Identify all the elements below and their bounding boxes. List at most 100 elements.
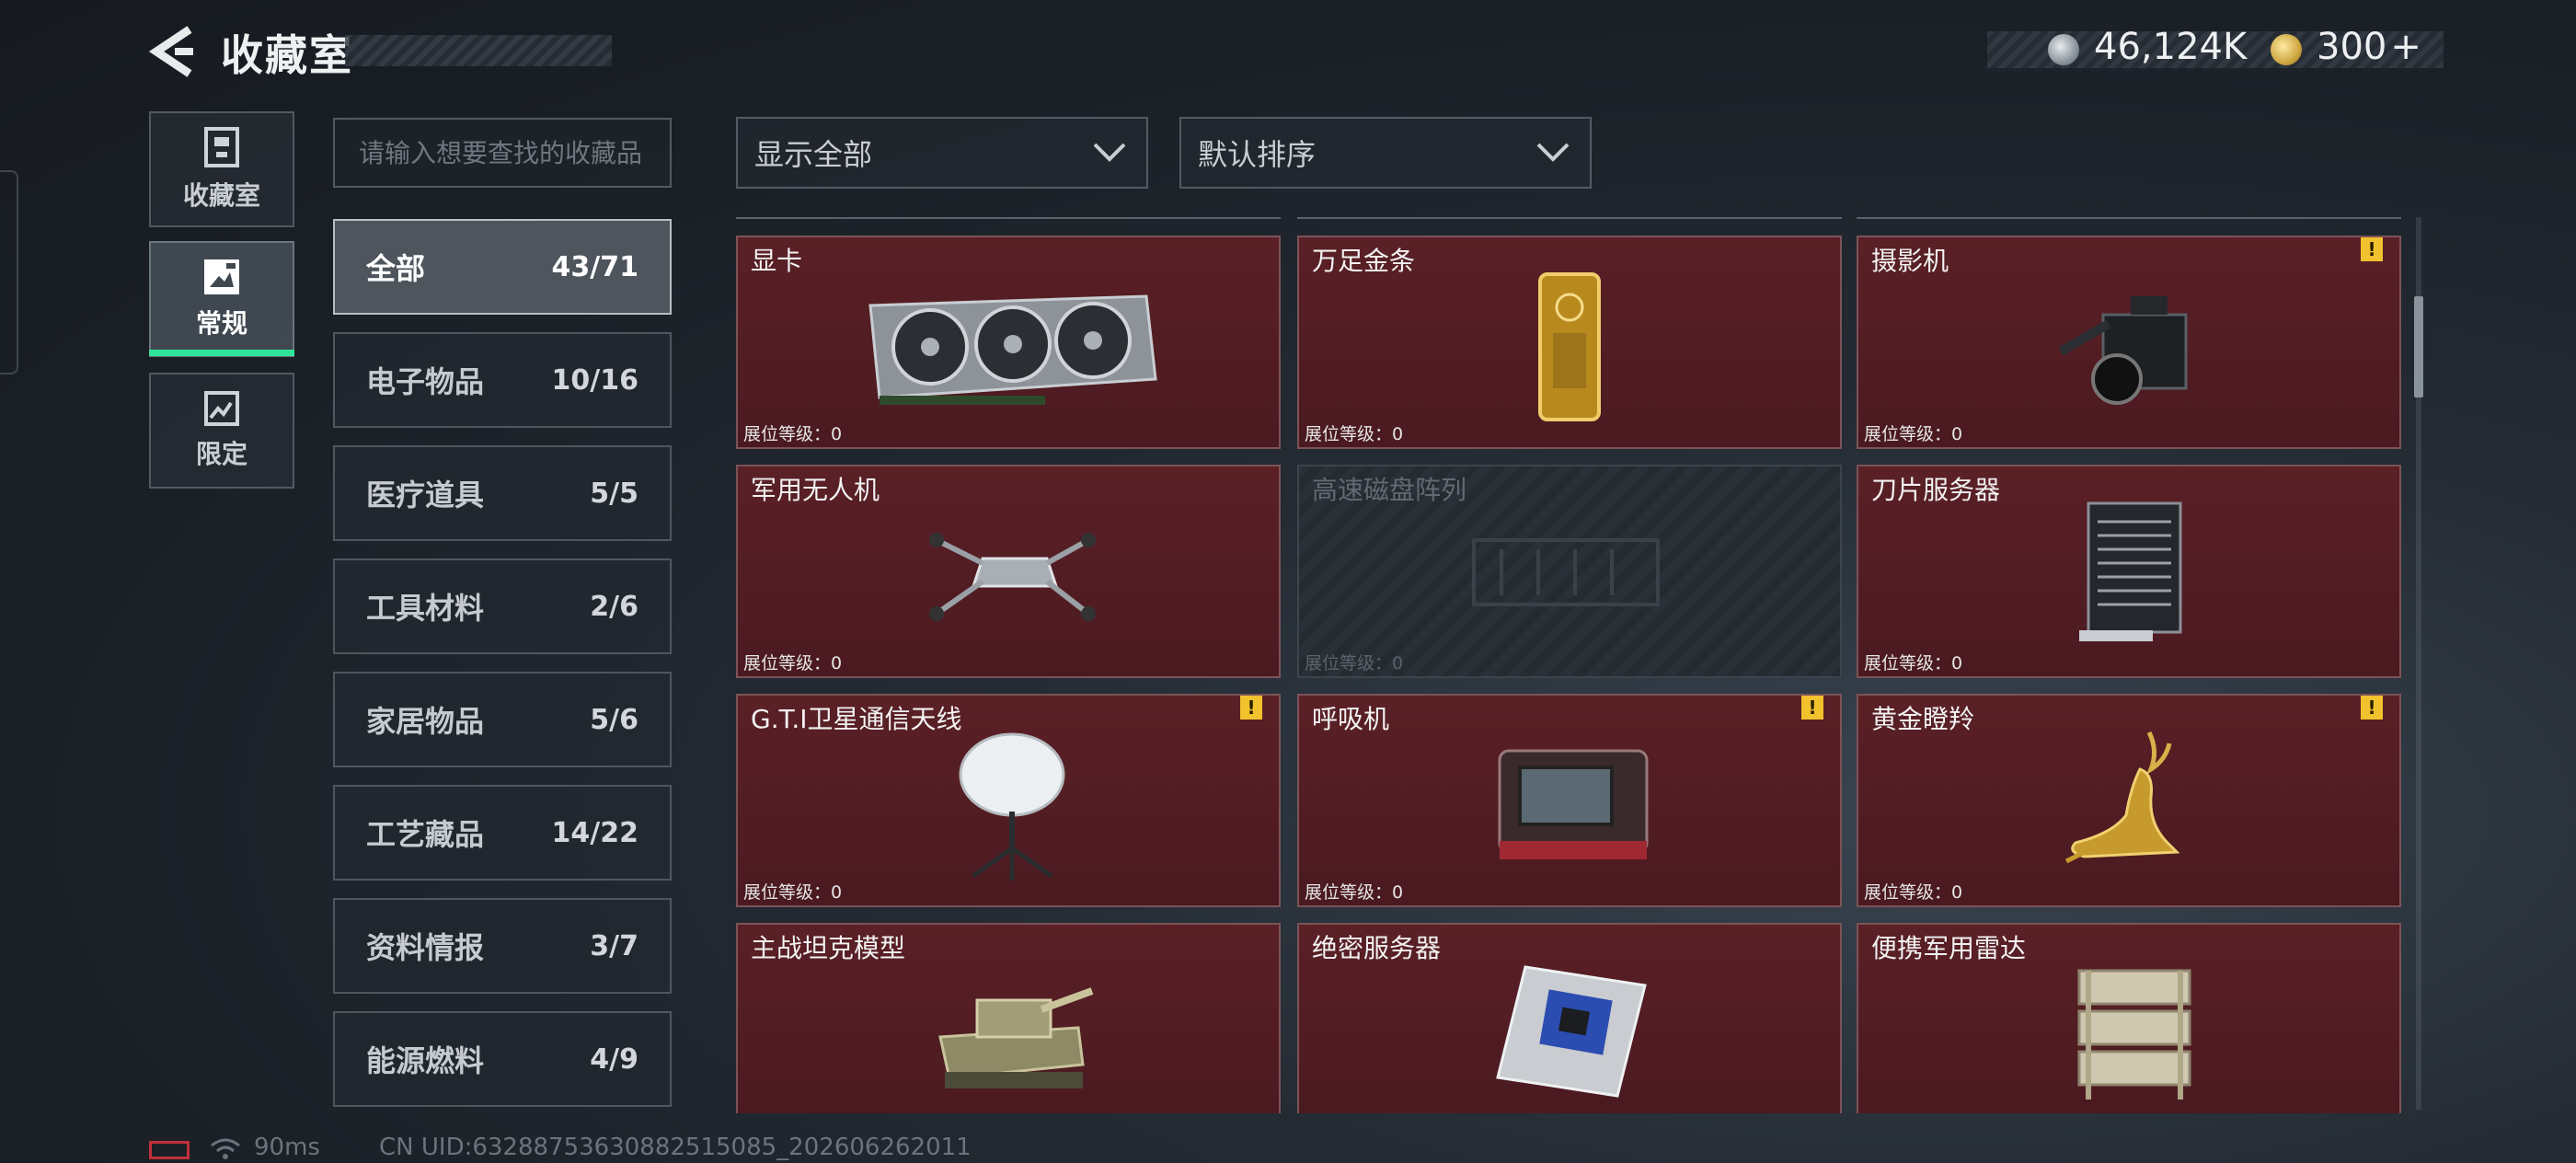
wifi-icon [211,1138,240,1159]
category-household[interactable]: 家居物品 5/6 [333,672,672,767]
category-intel[interactable]: 资料情报 3/7 [333,898,672,994]
nav-tab-limited[interactable]: 限定 [149,373,294,489]
item-level: 展位等级：0 [1305,424,1404,444]
sort-dropdown-value: 默认排序 [1198,137,1317,172]
nav-tab-label: 限定 [195,439,247,469]
camera-icon [2058,296,2188,405]
item-name: 显卡 [751,246,803,276]
category-name: 工具材料 [366,591,485,626]
item-name: 万足金条 [1312,246,1416,276]
category-name: 资料情报 [366,930,485,965]
nav-tab-label: 收藏室 [182,180,260,211]
filter-dropdown-value: 显示全部 [754,137,873,172]
category-name: 能源燃料 [366,1043,485,1078]
category-count: 43/71 [551,250,638,283]
item-card[interactable]: 绝密服务器 [1297,923,1842,1113]
category-count: 3/7 [590,929,638,962]
item-level: 展位等级：0 [1864,882,1963,903]
limited-frame-icon [204,391,239,426]
item-card[interactable]: 万足金条 展位等级：0 [1297,236,1842,449]
category-count: 2/6 [590,590,638,623]
category-count: 5/6 [590,703,638,736]
nav-tab-collection-room[interactable]: 收藏室 [149,111,294,227]
category-tools[interactable]: 工具材料 2/6 [333,558,672,654]
warning-badge: ! [1240,696,1262,720]
side-handle[interactable] [0,170,18,374]
item-level: 展位等级：0 [1305,653,1404,674]
radar-icon [2077,969,2191,1100]
gem-balance-value: 300 [2317,26,2387,68]
warning-badge: ! [1801,696,1823,720]
item-card[interactable]: 呼吸机 ! 展位等级：0 [1297,694,1842,907]
item-name: 呼吸机 [1312,704,1390,734]
item-card[interactable]: 主战坦克模型 [736,923,1281,1113]
gem-icon [2271,34,2302,65]
filter-dropdown[interactable]: 显示全部 [736,117,1148,189]
disk-array-icon [1472,538,1660,606]
storage-box-icon [204,127,239,167]
category-energy[interactable]: 能源燃料 4/9 [333,1011,672,1107]
item-card[interactable]: 显卡 展位等级：0 [736,236,1281,449]
category-name: 全部 [366,251,426,286]
chevron-down-icon [1536,143,1570,162]
gpu-icon [868,294,1157,405]
item-card[interactable]: G.T.I卫星通信天线 ! 展位等级：0 [736,694,1281,907]
item-level: 展位等级：0 [1864,424,1963,444]
item-name: 摄影机 [1871,246,1949,276]
search-input[interactable] [333,118,672,188]
item-card[interactable]: 摄影机 ! 展位等级：0 [1857,236,2401,449]
battery-icon [149,1141,190,1159]
category-count: 5/5 [590,477,638,510]
coin-icon [2048,34,2079,65]
category-name: 家居物品 [366,704,485,739]
item-name: 高速磁盘阵列 [1312,475,1467,505]
gem-balance[interactable]: 300 + [2317,26,2421,68]
item-level: 展位等级：0 [743,882,843,903]
user-uid: CN UID:632887536308825150​85_20260626201… [379,1134,972,1161]
item-level: 展位等级：0 [1305,882,1404,903]
item-level: 展位等级：0 [743,424,843,444]
nav-tab-regular[interactable]: 常规 [149,241,294,357]
category-electronics[interactable]: 电子物品 10/16 [333,332,672,428]
grid-top-edge [736,217,2401,221]
coin-balance: 46,124K [2094,26,2248,68]
category-crafts[interactable]: 工艺藏品 14/22 [333,785,672,881]
ping-value: 90ms [254,1134,320,1161]
category-count: 4/9 [590,1042,638,1076]
category-all[interactable]: 全部 43/71 [333,219,672,315]
item-card[interactable]: 黄金瞪羚 ! 展位等级：0 [1857,694,2401,907]
item-card[interactable]: 刀片服务器 展位等级：0 [1857,465,2401,678]
item-name: 便携军用雷达 [1871,933,2027,963]
chevron-down-icon [1093,143,1126,162]
item-card[interactable]: 便携军用雷达 [1857,923,2401,1113]
item-name: 主战坦克模型 [751,933,906,963]
item-name: G.T.I卫星通信天线 [751,704,962,734]
category-count: 10/16 [551,363,638,397]
category-name: 工艺藏品 [366,817,485,852]
warning-badge: ! [2361,696,2383,720]
add-gem-button[interactable]: + [2390,26,2421,68]
page-title: 收藏室 [221,30,353,80]
blade-server-icon [2079,501,2182,641]
item-level: 展位等级：0 [743,653,843,674]
warning-badge: ! [2361,237,2383,261]
drone-icon [929,533,1096,621]
item-name: 刀片服务器 [1871,475,2001,505]
title-decoration [345,35,612,66]
back-icon[interactable] [147,24,199,79]
nav-active-indicator [149,350,294,356]
golden-gazelle-icon [2064,731,2180,864]
item-card[interactable]: 军用无人机 展位等级：0 [736,465,1281,678]
category-count: 14/22 [551,816,638,849]
sort-dropdown[interactable]: 默认排序 [1179,117,1592,189]
item-name: 绝密服务器 [1312,933,1442,963]
category-medical[interactable]: 医疗道具 5/5 [333,445,672,541]
server-board-icon [1496,965,1647,1098]
nav-tab-label: 常规 [195,308,247,339]
item-card-locked[interactable]: 高速磁盘阵列 展位等级：0 [1297,465,1842,678]
scrollbar-thumb[interactable] [2414,296,2423,397]
item-level: 展位等级：0 [1864,653,1963,674]
gold-bar-icon [1538,272,1601,421]
tank-model-icon [938,987,1094,1088]
category-name: 电子物品 [366,364,485,399]
